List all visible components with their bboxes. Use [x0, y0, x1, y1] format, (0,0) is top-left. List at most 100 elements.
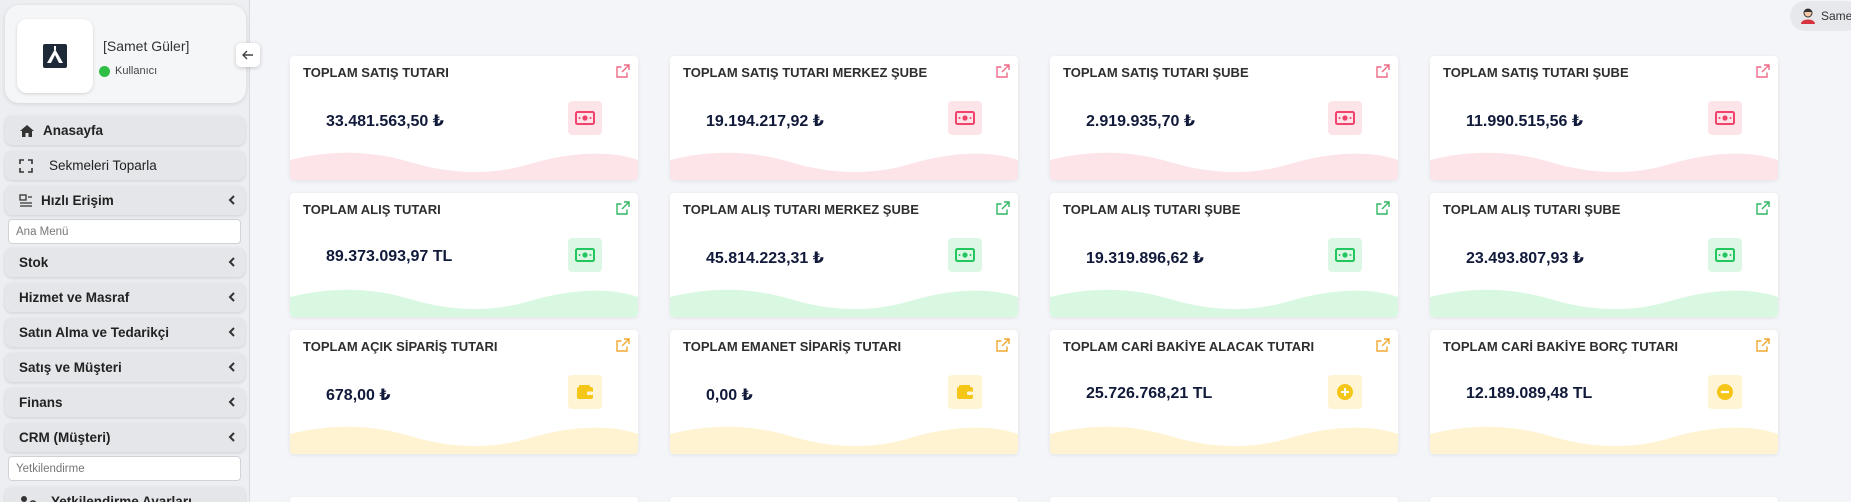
- external-link-icon[interactable]: [996, 201, 1010, 215]
- cash-icon: [1328, 238, 1362, 272]
- card-wave-decoration: [670, 152, 1018, 180]
- dashboard-card: [1050, 497, 1398, 502]
- card-wave-decoration: [1430, 426, 1778, 454]
- cash-icon: [1328, 101, 1362, 135]
- sidebar-item-purchasing[interactable]: Satın Alma ve Tedarikçi: [5, 318, 245, 347]
- sidebar-item-service-expense[interactable]: Hizmet ve Masraf: [5, 283, 245, 312]
- card-title: TOPLAM AÇIK SİPARİŞ TUTARI: [303, 339, 498, 354]
- external-link-icon[interactable]: [616, 338, 630, 352]
- cash-icon: [1708, 238, 1742, 272]
- card-title: TOPLAM ALIŞ TUTARI: [303, 202, 441, 217]
- cash-icon: [568, 101, 602, 135]
- sidebar-item-label: Satış ve Müşteri: [19, 360, 122, 375]
- card-wave-decoration: [290, 152, 638, 180]
- cash-icon: [568, 238, 602, 272]
- card-wave-decoration: [670, 426, 1018, 454]
- card-value: 11.990.515,56 ₺: [1466, 113, 1584, 130]
- user-role-label: Kullanıcı: [115, 65, 158, 77]
- authorization-search-input[interactable]: [8, 456, 241, 481]
- dashboard-card: TOPLAM ALIŞ TUTARI MERKEZ ŞUBE 45.814.22…: [670, 193, 1018, 317]
- cash-icon: [1708, 101, 1742, 135]
- dashboard-card: TOPLAM AÇIK SİPARİŞ TUTARI 678,00 ₺: [290, 330, 638, 454]
- card-title: TOPLAM ALIŞ TUTARI ŞUBE: [1443, 202, 1621, 217]
- card-value: 45.814.223,31 ₺: [706, 250, 824, 267]
- chevron-left-icon: [228, 257, 235, 267]
- cash-icon: [948, 101, 982, 135]
- sidebar-item-label: Yetkilendirme Ayarları: [51, 494, 192, 502]
- dashboard-card: TOPLAM ALIŞ TUTARI 89.373.093,97 TL: [290, 193, 638, 317]
- card-value: 19.319.896,62 ₺: [1086, 250, 1204, 267]
- dashboard-card: TOPLAM SATIŞ TUTARI MERKEZ ŞUBE 19.194.2…: [670, 56, 1018, 180]
- card-value: 89.373.093,97 TL: [326, 248, 453, 265]
- external-link-icon[interactable]: [996, 64, 1010, 78]
- collapse-sidebar-button[interactable]: [236, 43, 260, 67]
- wallet-icon: [568, 375, 602, 409]
- card-title: TOPLAM SATIŞ TUTARI MERKEZ ŞUBE: [683, 65, 928, 80]
- card-wave-decoration: [1050, 289, 1398, 317]
- sidebar-item-home[interactable]: Anasayfa: [5, 116, 245, 145]
- user-profile-card: [Samet Güler] Kullanıcı: [5, 5, 246, 103]
- card-wave-decoration: [290, 289, 638, 317]
- card-title: TOPLAM SATIŞ TUTARI: [303, 65, 449, 80]
- minus-circle-icon: [1708, 375, 1742, 409]
- sidebar-item-label: Anasayfa: [43, 123, 104, 138]
- sidebar-item-stock[interactable]: Stok: [5, 248, 245, 277]
- card-title: TOPLAM SATIŞ TUTARI ŞUBE: [1443, 65, 1629, 80]
- dashboard-card: TOPLAM ALIŞ TUTARI ŞUBE 19.319.896,62 ₺: [1050, 193, 1398, 317]
- card-value: 23.493.807,93 ₺: [1466, 250, 1584, 267]
- card-title: TOPLAM CARİ BAKİYE BORÇ TUTARI: [1443, 339, 1678, 354]
- external-link-icon[interactable]: [996, 338, 1010, 352]
- card-wave-decoration: [670, 289, 1018, 317]
- chevron-left-icon: [228, 432, 235, 442]
- user-avatar-icon: [1801, 8, 1815, 24]
- chevron-left-icon: [228, 397, 235, 407]
- sidebar-item-finance[interactable]: Finans: [5, 388, 245, 417]
- dashboard-card: TOPLAM SATIŞ TUTARI 33.481.563,50 ₺: [290, 56, 638, 180]
- dashboard-card: TOPLAM EMANET SİPARİŞ TUTARI 0,00 ₺: [670, 330, 1018, 454]
- card-value: 19.194.217,92 ₺: [706, 113, 824, 130]
- sidebar-item-sales[interactable]: Satış ve Müşteri: [5, 353, 245, 382]
- chevron-left-icon: [228, 195, 235, 205]
- user-name: [Samet Güler]: [103, 38, 190, 54]
- external-link-icon[interactable]: [1376, 201, 1390, 215]
- external-link-icon[interactable]: [1756, 201, 1770, 215]
- external-link-icon[interactable]: [1756, 64, 1770, 78]
- card-value: 0,00 ₺: [706, 387, 753, 404]
- dashboard-card: TOPLAM CARİ BAKİYE ALACAK TUTARI 25.726.…: [1050, 330, 1398, 454]
- chevron-left-icon: [228, 292, 235, 302]
- chevron-left-icon: [228, 362, 235, 372]
- sidebar-item-collapse-tabs[interactable]: Sekmeleri Toparla: [5, 151, 245, 180]
- dashboard-card: [290, 497, 638, 502]
- sidebar: [Samet Güler] Kullanıcı Anasayfa Sekmele…: [0, 0, 260, 502]
- sidebar-item-crm[interactable]: CRM (Müşteri): [5, 423, 245, 452]
- sidebar-item-quick-access[interactable]: Hızlı Erişim: [5, 186, 245, 215]
- dashboard-card: TOPLAM SATIŞ TUTARI ŞUBE 11.990.515,56 ₺: [1430, 56, 1778, 180]
- card-value: 25.726.768,21 TL: [1086, 385, 1213, 402]
- external-link-icon[interactable]: [1376, 64, 1390, 78]
- card-wave-decoration: [290, 426, 638, 454]
- sidebar-item-label: Satın Alma ve Tedarikçi: [19, 325, 170, 340]
- dashboard-card: TOPLAM ALIŞ TUTARI ŞUBE 23.493.807,93 ₺: [1430, 193, 1778, 317]
- card-title: TOPLAM ALIŞ TUTARI MERKEZ ŞUBE: [683, 202, 919, 217]
- logo-icon: [43, 44, 67, 68]
- user-menu-button[interactable]: Same: [1790, 1, 1851, 31]
- company-logo: [17, 19, 93, 93]
- plus-circle-icon: [1328, 375, 1362, 409]
- dashboard-card: [1430, 497, 1778, 502]
- main-menu-search-input[interactable]: [8, 219, 241, 244]
- card-wave-decoration: [1050, 152, 1398, 180]
- sidebar-item-label: Hizmet ve Masraf: [19, 290, 130, 305]
- dashboard-card: TOPLAM SATIŞ TUTARI ŞUBE 2.919.935,70 ₺: [1050, 56, 1398, 180]
- chevron-left-icon: [228, 327, 235, 337]
- cash-icon: [948, 238, 982, 272]
- sidebar-item-authorization-settings[interactable]: Yetkilendirme Ayarları: [5, 487, 245, 502]
- external-link-icon[interactable]: [1376, 338, 1390, 352]
- card-value: 12.189.089,48 TL: [1466, 385, 1593, 402]
- card-value: 2.919.935,70 ₺: [1086, 113, 1195, 130]
- external-link-icon[interactable]: [1756, 338, 1770, 352]
- dashboard-card: [670, 497, 1018, 502]
- external-link-icon[interactable]: [616, 64, 630, 78]
- user-chip-label: Same: [1821, 9, 1851, 23]
- home-icon: [20, 124, 34, 137]
- external-link-icon[interactable]: [616, 201, 630, 215]
